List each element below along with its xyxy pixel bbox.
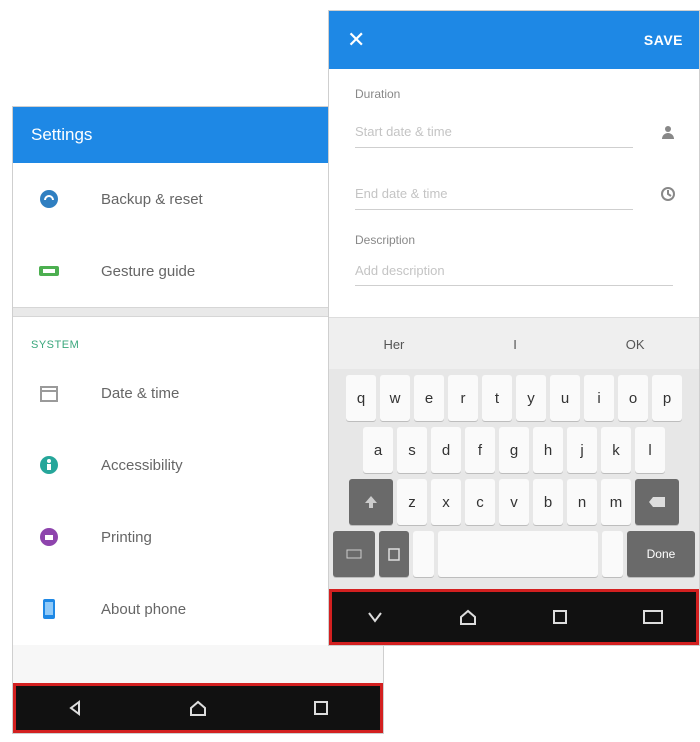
- key[interactable]: b: [533, 479, 563, 525]
- editor-header: ✕ SAVE: [329, 11, 699, 69]
- key[interactable]: s: [397, 427, 427, 473]
- settings-title: Settings: [31, 125, 93, 144]
- key[interactable]: g: [499, 427, 529, 473]
- settings-item-label: About phone: [101, 600, 187, 618]
- space-key[interactable]: [437, 531, 599, 577]
- navigation-bar: [329, 589, 699, 645]
- backspace-icon: [649, 497, 665, 507]
- symbols-icon: [346, 549, 362, 559]
- person-icon[interactable]: [659, 123, 677, 141]
- duration-label: Duration: [355, 87, 401, 101]
- symbols-key[interactable]: [333, 531, 375, 577]
- key[interactable]: v: [499, 479, 529, 525]
- settings-item-label: Accessibility: [101, 456, 183, 474]
- key[interactable]: l: [635, 427, 665, 473]
- gesture-icon: [37, 259, 61, 283]
- key[interactable]: j: [567, 427, 597, 473]
- key[interactable]: f: [465, 427, 495, 473]
- keyboard-switch-icon[interactable]: [639, 603, 667, 631]
- comma-key[interactable]: [412, 531, 434, 577]
- recent-apps-icon[interactable]: [546, 603, 574, 631]
- event-form: Duration Start date & time End date & ti…: [329, 69, 699, 286]
- home-icon[interactable]: [454, 603, 482, 631]
- keyboard-row-4: Done: [333, 531, 695, 577]
- key[interactable]: r: [448, 375, 478, 421]
- period-key[interactable]: [602, 531, 623, 577]
- navigation-bar: [13, 683, 383, 733]
- key[interactable]: z: [397, 479, 427, 525]
- key[interactable]: k: [601, 427, 631, 473]
- backspace-key[interactable]: [635, 479, 679, 525]
- suggestion-item[interactable]: OK: [626, 337, 645, 352]
- shift-key[interactable]: [349, 479, 393, 525]
- save-button[interactable]: SAVE: [644, 32, 683, 48]
- key[interactable]: i: [584, 375, 614, 421]
- key[interactable]: n: [567, 479, 597, 525]
- settings-item-label: Gesture guide: [101, 262, 196, 280]
- clock-icon[interactable]: [659, 185, 677, 203]
- keyboard-hide-icon[interactable]: [361, 603, 389, 631]
- key[interactable]: x: [431, 479, 461, 525]
- end-field[interactable]: End date & time: [355, 179, 633, 210]
- key[interactable]: w: [380, 375, 410, 421]
- suggestion-item[interactable]: Her: [383, 337, 404, 352]
- event-editor-screen: ✕ SAVE Duration Start date & time End da…: [328, 10, 700, 646]
- print-icon: [37, 525, 61, 549]
- description-label: Description: [355, 233, 416, 247]
- start-field[interactable]: Start date & time: [355, 117, 633, 148]
- key[interactable]: a: [363, 427, 393, 473]
- suggestion-strip: Her I OK: [329, 317, 699, 370]
- phone-icon: [37, 597, 61, 621]
- key[interactable]: y: [516, 375, 546, 421]
- close-icon[interactable]: ✕: [347, 29, 365, 51]
- clipboard-icon: [387, 548, 400, 561]
- key[interactable]: p: [652, 375, 682, 421]
- keyboard-row-2: a s d f g h j k l: [333, 427, 695, 473]
- shift-icon: [365, 496, 377, 508]
- soft-keyboard: q w e r t y u i o p a s d f g h j k l z: [329, 369, 699, 591]
- calendar-icon: [37, 381, 61, 405]
- key[interactable]: u: [550, 375, 580, 421]
- settings-item-label: Date & time: [101, 384, 180, 402]
- clipboard-key[interactable]: [378, 531, 409, 577]
- key[interactable]: c: [465, 479, 495, 525]
- home-icon[interactable]: [184, 694, 212, 722]
- key[interactable]: e: [414, 375, 444, 421]
- key[interactable]: o: [618, 375, 648, 421]
- done-key[interactable]: Done: [626, 531, 695, 577]
- key[interactable]: h: [533, 427, 563, 473]
- keyboard-row-1: q w e r t y u i o p: [333, 375, 695, 421]
- accessibility-icon: [37, 453, 61, 477]
- suggestion-item[interactable]: I: [513, 337, 517, 352]
- back-icon[interactable]: [61, 694, 89, 722]
- key[interactable]: t: [482, 375, 512, 421]
- key[interactable]: q: [346, 375, 376, 421]
- settings-item-label: Backup & reset: [101, 190, 203, 208]
- keyboard-row-3: z x c v b n m: [333, 479, 695, 525]
- settings-item-label: Printing: [101, 528, 152, 546]
- key[interactable]: m: [601, 479, 631, 525]
- backup-icon: [37, 187, 61, 211]
- description-field[interactable]: Add description: [355, 255, 673, 286]
- key[interactable]: d: [431, 427, 461, 473]
- recent-apps-icon[interactable]: [307, 694, 335, 722]
- start-row: Start date & time: [355, 109, 677, 155]
- end-row: End date & time: [355, 171, 677, 217]
